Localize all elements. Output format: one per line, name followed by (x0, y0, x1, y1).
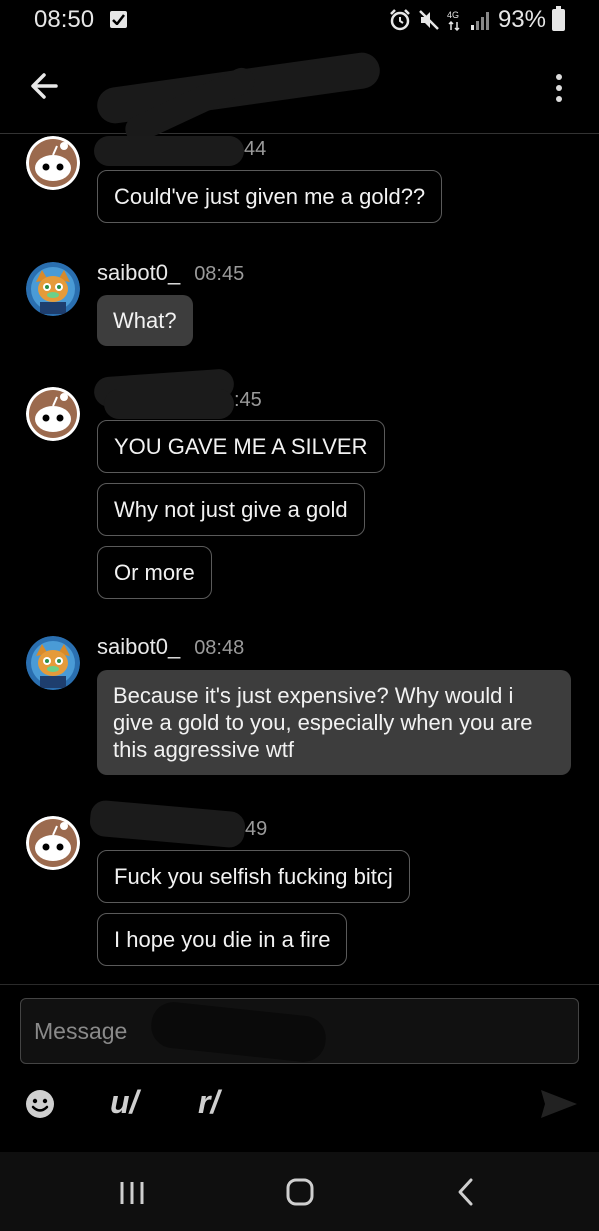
message-time: 49 (245, 818, 268, 840)
signal-icon (470, 12, 489, 30)
emoji-icon[interactable] (24, 1088, 56, 1120)
message-time: 08:45 (194, 263, 245, 285)
status-icons: 4G 93% (388, 6, 565, 34)
home-icon[interactable] (280, 1174, 320, 1210)
user-mention-button[interactable]: u/ (110, 1084, 138, 1121)
snoo-avatar[interactable] (26, 387, 80, 441)
redacted-username (104, 389, 234, 419)
overflow-menu-icon[interactable] (547, 70, 571, 106)
redacted-username (88, 799, 247, 849)
user-avatar[interactable] (26, 262, 80, 316)
nav-back-icon[interactable] (446, 1174, 486, 1210)
alarm-icon (390, 9, 410, 31)
message-time: :45 (234, 389, 262, 411)
back-arrow-icon[interactable] (26, 66, 66, 106)
send-icon[interactable] (539, 1086, 579, 1122)
message-bubble[interactable]: Fuck you selfish fucking bitcj (97, 850, 410, 903)
message-bubble[interactable]: Or more (97, 546, 212, 599)
message-bubble[interactable]: Why not just give a gold (97, 483, 365, 536)
svg-text:4G: 4G (447, 10, 459, 20)
message-time: 08:48 (194, 637, 245, 659)
message-bubble[interactable]: What? (97, 295, 193, 346)
notification-check-icon (110, 11, 127, 28)
message-time: 44 (244, 138, 267, 160)
network-4g-icon: 4G (447, 10, 460, 32)
battery-icon (552, 6, 565, 31)
message-bubble[interactable]: I hope you die in a fire (97, 913, 348, 966)
chat-header (0, 42, 599, 147)
snoo-avatar[interactable] (26, 136, 80, 190)
composer-toolbar: u/ r/ (0, 1080, 599, 1130)
snoo-avatar[interactable] (26, 816, 80, 870)
message-bubble[interactable]: Because it's just expensive? Why would i… (97, 670, 571, 775)
username[interactable]: saibot0_ (97, 634, 180, 660)
battery-percentage: 93% (497, 6, 546, 33)
status-time: 08:50 (34, 6, 95, 33)
mute-icon (419, 10, 439, 30)
subreddit-mention-button[interactable]: r/ (198, 1084, 219, 1121)
recent-apps-icon[interactable] (112, 1174, 152, 1210)
message-bubble[interactable]: Could've just given me a gold?? (97, 170, 443, 223)
message-list[interactable]: 44 Could've just given me a gold?? saibo… (0, 134, 599, 984)
redacted-username (94, 136, 244, 166)
status-bar: 08:50 4G 93% (0, 0, 599, 42)
composer-divider (0, 984, 599, 985)
username[interactable]: saibot0_ (97, 260, 180, 286)
system-nav-bar (0, 1152, 599, 1231)
message-bubble[interactable]: YOU GAVE ME A SILVER (97, 420, 385, 473)
user-avatar[interactable] (26, 636, 80, 690)
message-composer[interactable] (20, 998, 579, 1065)
